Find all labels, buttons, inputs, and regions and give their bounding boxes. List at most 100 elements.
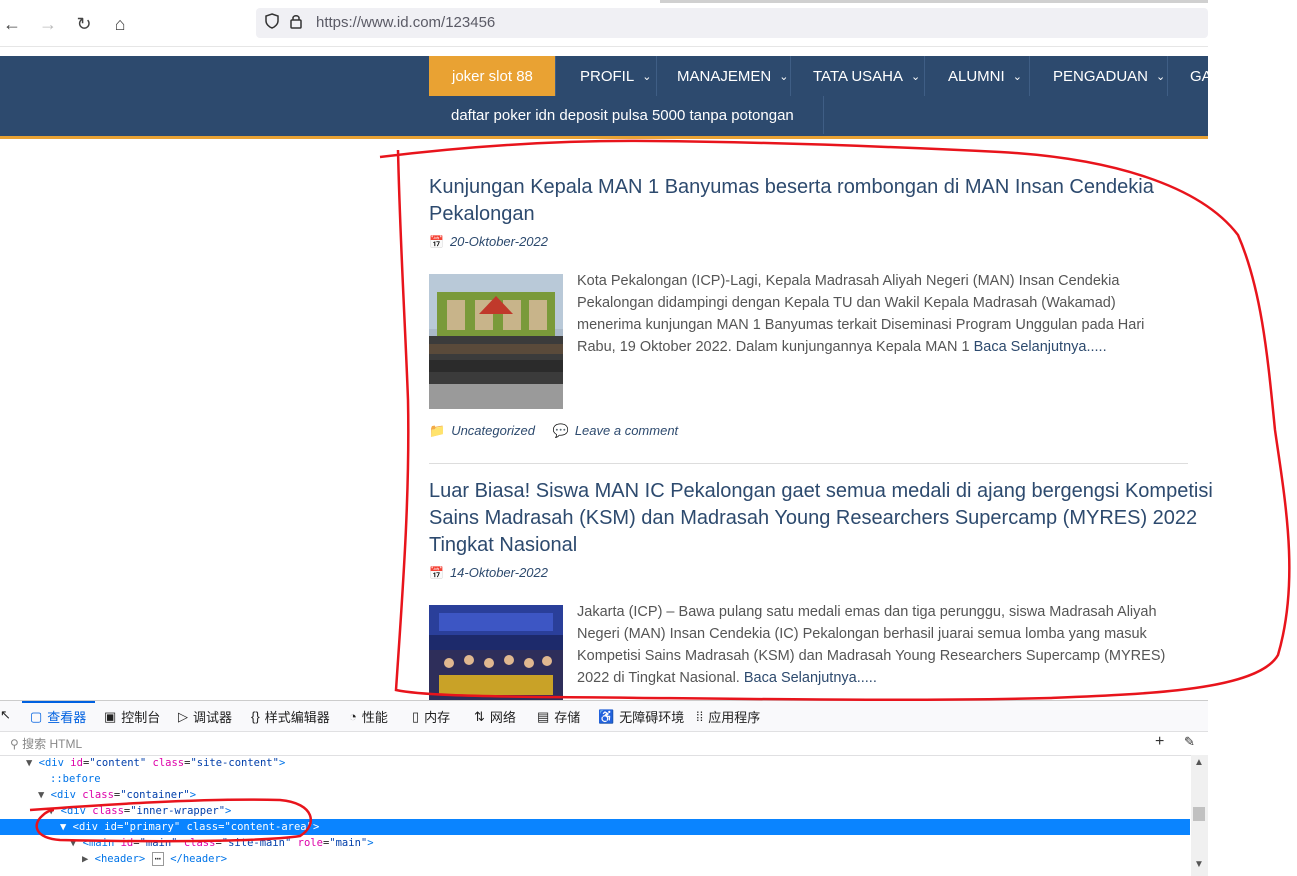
forward-icon[interactable]: → [36,12,60,36]
back-icon[interactable]: ← [0,12,24,36]
nav-item-profil[interactable]: PROFIL ⌄ [556,56,657,96]
nav-item-label: PROFIL [580,67,635,85]
tab-label: 存储 [554,710,581,725]
post-date-text[interactable]: 14-Oktober-2022 [450,565,548,580]
post-date[interactable]: 📅 20-Oktober-2022 [429,234,548,249]
dom-node[interactable]: ▼ <div id="content" class="site-content"… [26,755,285,771]
tab-label: 应用程序 [708,710,761,725]
url-text[interactable]: https://www.id.com/123456 [316,14,495,31]
category-link[interactable]: Uncategorized [451,423,535,438]
scroll-down-icon[interactable]: ▼ [1194,859,1204,870]
post-title-line[interactable]: Kunjungan Kepala MAN 1 Banyumas beserta … [429,174,1154,201]
application-icon: ⁞⁞ [696,709,704,724]
tab-label: 网络 [489,710,516,725]
post-title-line[interactable]: Sains Madrasah (KSM) dan Madrasah Young … [429,505,1213,532]
post-title-line[interactable]: Luar Biasa! Siswa MAN IC Pekalongan gaet… [429,478,1213,505]
nav-item-label: ALUMNI [948,67,1005,85]
inspector-icon: ▢ [30,708,43,724]
nav-item-ga[interactable]: GA [1168,56,1208,96]
page-right-gutter [1208,0,1297,700]
tab-label: 性能 [361,710,388,725]
html-search-bar[interactable]: ⚲ 搜索 HTML + ✎ [0,731,1208,756]
nav-item-label: MANAJEMEN [677,67,772,85]
performance-icon: ◔ [349,709,357,724]
dom-node[interactable]: ▶ <header> ⋯ </header> [82,851,227,867]
network-icon: ⇅ [474,708,485,724]
post-divider [429,463,1188,464]
tab-label: 无障碍环境 [619,710,685,725]
style-editor-icon: {} [251,709,260,724]
nav-item-manajemen[interactable]: MANAJEMEN ⌄ [657,56,791,96]
post-date[interactable]: 📅 14-Oktober-2022 [429,565,548,580]
nav-item-alumni[interactable]: ALUMNI ⌄ [925,56,1030,96]
tab-strip-edge [660,0,1208,3]
devtools-panel: ↖ ▢ 查看器 ▣ 控制台 ▷ 调试器 {} 样式编辑器 ◔ 性能 ▯ 内存 ⇅ 网络 ▤ 存储… [0,700,1208,876]
add-node-icon[interactable]: + [1155,733,1164,751]
tab-console[interactable]: ▣ 控制台 [104,707,160,726]
home-icon[interactable]: ⌂ [108,12,132,36]
post-title-line[interactable]: Pekalongan [429,201,1154,228]
debugger-icon: ▷ [178,708,188,724]
tab-accessibility[interactable]: ♿ 无障碍环境 [598,707,684,726]
site-navigation: joker slot 88 PROFIL ⌄ MANAJEMEN ⌄ TATA US… [0,56,1208,139]
tab-application[interactable]: ⁞⁞ 应用程序 [696,707,760,726]
chevron-down-icon: ⌄ [779,70,789,83]
stage-photo-image [429,605,563,700]
post-excerpt: Kota Pekalongan (ICP)-Lagi, Kepala Madra… [577,270,1177,358]
comment-link[interactable]: Leave a comment [575,423,678,438]
tab-label: 调试器 [193,710,233,725]
dom-node-selected[interactable]: ▼ <div id="primary" class="content-area"… [0,819,1190,835]
nav-item-label: PENGADUAN [1053,67,1149,85]
chevron-down-icon: ⌄ [1156,70,1166,83]
element-picker-icon[interactable]: ↖ [0,707,16,723]
read-more-link[interactable]: Baca Selanjutnya..... [974,339,1107,355]
post-title[interactable]: Luar Biasa! Siswa MAN IC Pekalongan gaet… [429,478,1213,559]
tab-style-editor[interactable]: {} 样式编辑器 [251,707,330,726]
nav-item-label: joker slot 88 [452,67,533,85]
address-bar[interactable]: https://www.id.com/123456 [256,8,1208,38]
chevron-down-icon: ⌄ [1012,70,1022,83]
post-date-text[interactable]: 20-Oktober-2022 [450,234,548,249]
post-excerpt: Jakarta (ICP) – Bawa pulang satu medali … [577,601,1177,689]
lock-icon[interactable] [288,13,304,33]
shield-icon[interactable] [264,13,280,33]
nav-item-label: TATA USAHA [813,67,904,85]
comment-icon: 💬 [552,423,569,438]
scroll-up-icon[interactable]: ▲ [1194,757,1204,768]
post-meta: 📁 Uncategorized 💬 Leave a comment [429,423,678,439]
post-thumbnail[interactable] [429,605,563,700]
post-thumbnail[interactable] [429,274,563,409]
nav-item-joker-slot[interactable]: joker slot 88 [429,56,556,96]
chevron-down-icon: ⌄ [642,70,652,83]
read-more-link[interactable]: Baca Selanjutnya..... [744,670,877,686]
storage-icon: ▤ [537,708,550,724]
dom-node[interactable]: ▼ <div class="container"> [38,787,196,803]
search-icon: ⚲ [10,737,19,751]
reload-icon[interactable]: ↻ [72,12,96,36]
folder-icon: 📁 [429,423,446,438]
chevron-down-icon: ⌄ [911,70,921,83]
post-title-line[interactable]: Tingkat Nasional [429,532,1213,559]
dom-node[interactable]: ▼ <div class="inner-wrapper"> [48,803,231,819]
tab-network[interactable]: ⇅ 网络 [474,707,516,726]
tab-inspector[interactable]: ▢ 查看器 [30,707,86,726]
memory-icon: ▯ [412,708,420,724]
dom-node[interactable]: ▼ <main id="main" class="site-main" role… [70,835,374,851]
tab-debugger[interactable]: ▷ 调试器 [178,707,232,726]
html-search-input[interactable]: ⚲ 搜索 HTML [10,735,82,752]
dom-node[interactable]: ::before [50,771,101,787]
tab-label: 样式编辑器 [264,710,330,725]
nav-item-daftar-poker[interactable]: daftar poker idn deposit pulsa 5000 tanp… [429,96,824,134]
tab-storage[interactable]: ▤ 存储 [537,707,580,726]
search-placeholder: 搜索 HTML [22,737,83,751]
nav-item-pengaduan[interactable]: PENGADUAN ⌄ [1030,56,1168,96]
devtools-tab-bar: ↖ ▢ 查看器 ▣ 控制台 ▷ 调试器 {} 样式编辑器 ◔ 性能 ▯ 内存 ⇅ 网络 ▤ 存储… [0,701,1208,732]
tab-performance[interactable]: ◔ 性能 [349,707,388,726]
eyedropper-icon[interactable]: ✎ [1184,734,1195,750]
tab-memory[interactable]: ▯ 内存 [412,707,450,726]
nav-item-tata-usaha[interactable]: TATA USAHA ⌄ [791,56,925,96]
post-title[interactable]: Kunjungan Kepala MAN 1 Banyumas beserta … [429,174,1154,228]
scrollbar-thumb[interactable] [1193,807,1205,821]
nav-item-label: daftar poker idn deposit pulsa 5000 tanp… [451,106,794,124]
browser-toolbar: ← → ↻ ⌂ https://www.id.com/123456 [0,0,1208,47]
